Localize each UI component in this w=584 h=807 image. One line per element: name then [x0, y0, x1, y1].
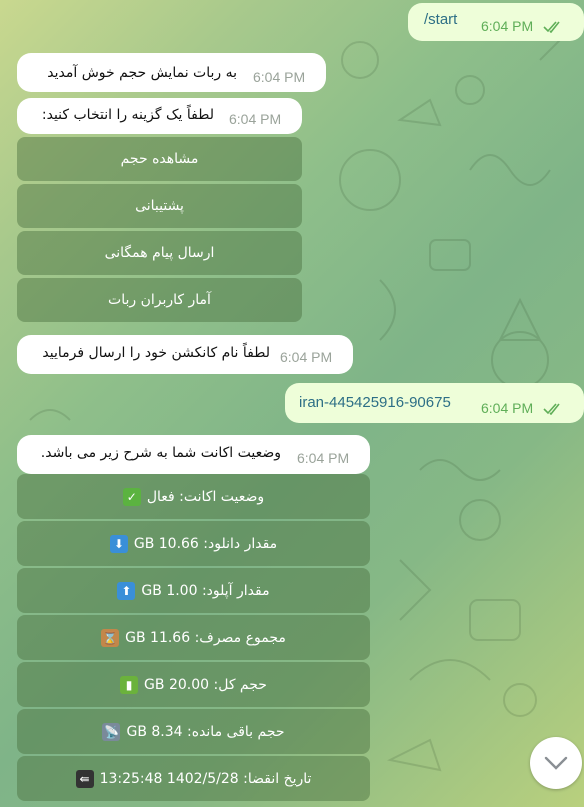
- button-label: مقدار آپلود: 1.00 GB: [141, 582, 270, 599]
- button-label: تاریخ انقضا: 1402/5/28 13:25:48: [99, 770, 312, 787]
- message-time: 6:04 PM: [297, 450, 350, 466]
- satellite-icon: 📡: [102, 722, 121, 741]
- button-label: حجم کل: 20.00 GB: [144, 676, 267, 693]
- chevron-down-icon: [544, 756, 568, 770]
- account-button-expiry[interactable]: تاریخ انقضا: 1402/5/28 13:25:48 ⇚: [17, 756, 370, 801]
- message-text: لطفاً یک گزینه را انتخاب کنید:: [41, 107, 214, 123]
- check-mark-icon: ✓: [122, 487, 141, 506]
- account-button-upload[interactable]: مقدار آپلود: 1.00 GB ⬆: [17, 568, 370, 613]
- button-label: مشاهده حجم: [120, 151, 199, 167]
- message-time: 6:04 PM: [280, 349, 333, 365]
- double-check-icon: [543, 21, 560, 34]
- button-label: مقدار دانلود: 10.66 GB: [133, 535, 278, 552]
- menu-button-broadcast[interactable]: ارسال پیام همگانی: [17, 231, 302, 275]
- outgoing-message-connection[interactable]: iran-445425916-90675 6:04 PM: [285, 383, 584, 423]
- message-time: 6:04 PM: [481, 18, 563, 34]
- incoming-message-welcome[interactable]: به ربات نمایش حجم خوش آمدید 6:04 PM: [17, 53, 326, 92]
- button-label: وضعیت اکانت: فعال: [146, 488, 265, 505]
- account-button-remaining[interactable]: حجم باقی مانده: 8.34 GB 📡: [17, 709, 370, 754]
- incoming-message-status[interactable]: وضعیت اکانت شما به شرح زیر می باشد. 6:04…: [17, 435, 370, 474]
- double-check-icon: [543, 403, 560, 416]
- message-text: به ربات نمایش حجم خوش آمدید: [47, 65, 237, 81]
- incoming-message-choose[interactable]: لطفاً یک گزینه را انتخاب کنید: 6:04 PM: [17, 98, 302, 134]
- up-arrow-icon: ⬆: [117, 581, 136, 600]
- battery-icon: ▮: [120, 675, 139, 694]
- incoming-message-send-name[interactable]: لطفاً نام کانکشن خود را ارسال فرمایید 6:…: [17, 335, 353, 374]
- account-button-status[interactable]: وضعیت اکانت: فعال ✓: [17, 474, 370, 519]
- button-label: حجم باقی مانده: 8.34 GB: [126, 723, 285, 740]
- message-time: 6:04 PM: [253, 69, 306, 85]
- message-text: iran-445425916-90675: [299, 394, 451, 411]
- account-button-download[interactable]: مقدار دانلود: 10.66 GB ⬇: [17, 521, 370, 566]
- message-text: لطفاً نام کانکشن خود را ارسال فرمایید: [42, 345, 270, 361]
- menu-button-support[interactable]: پشتیبانی: [17, 184, 302, 228]
- button-label: آمار کاربران ربات: [108, 292, 211, 308]
- end-arrow-icon: ⇚: [75, 769, 94, 788]
- hourglass-icon: ⌛: [101, 628, 120, 647]
- message-text: وضعیت اکانت شما به شرح زیر می باشد.: [40, 445, 281, 461]
- menu-button-view-volume[interactable]: مشاهده حجم: [17, 137, 302, 181]
- down-arrow-icon: ⬇: [109, 534, 128, 553]
- button-label: ارسال پیام همگانی: [104, 245, 215, 261]
- scroll-down-button[interactable]: [530, 737, 582, 789]
- account-button-total-volume[interactable]: حجم کل: 20.00 GB ▮: [17, 662, 370, 707]
- button-label: پشتیبانی: [135, 198, 184, 214]
- button-label: مجموع مصرف: 11.66 GB: [125, 629, 286, 646]
- menu-button-user-stats[interactable]: آمار کاربران ربات: [17, 278, 302, 322]
- outgoing-message-start[interactable]: /start 6:04 PM: [408, 3, 584, 41]
- account-button-total-usage[interactable]: مجموع مصرف: 11.66 GB ⌛: [17, 615, 370, 660]
- message-time: 6:04 PM: [481, 400, 563, 416]
- message-time: 6:04 PM: [229, 111, 282, 127]
- message-text: /start: [424, 11, 458, 28]
